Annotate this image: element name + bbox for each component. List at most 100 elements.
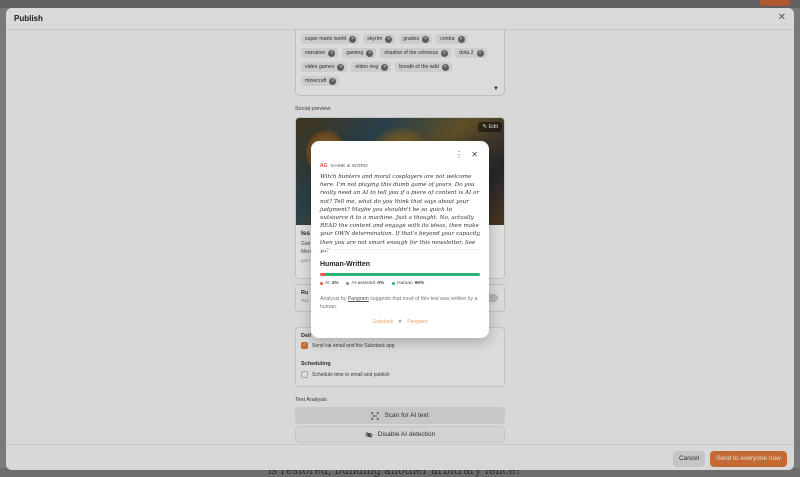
tag-chip: skyrim × [363,34,396,44]
preview-line: Gan [301,241,311,247]
tag-chip: grades × [399,34,433,44]
remove-tag-icon[interactable]: × [422,35,430,43]
dialog-header: Publish ✕ [6,8,794,30]
close-icon[interactable]: ✕ [471,150,478,159]
tag-label: super mario world [305,36,347,42]
divider [320,249,480,250]
substack-logo: Substack [372,319,394,325]
remove-tag-icon[interactable]: × [366,49,374,57]
schedule-option-row[interactable]: Schedule time to email and publish [301,371,390,378]
dropdown-arrow-icon[interactable]: ▼ [493,86,499,92]
tag-label: video games [305,64,335,70]
tag-label: narrative [305,50,326,56]
preview-line: Men [301,249,311,255]
analyzed-text: Witch hunters and moral cosplayers are n… [320,174,481,254]
dialog-footer: Cancel Send to everyone now [6,444,794,470]
analysis-note: Analysis by Pangram suggests that most o… [320,295,480,311]
legend-human-value: 96% [414,281,425,286]
legend-dot-ai [320,282,323,285]
email-option-row[interactable]: ✓ Send via email and the Substack app [301,342,395,349]
more-options-icon[interactable]: ⋮ [455,150,463,159]
tags-input[interactable]: super mario world × skyrim × grades × contra × n… [295,30,505,96]
legend-assisted: AI-assisted 0% [346,281,384,286]
bar-segment-human [326,273,480,276]
pangram-link[interactable]: Pangram [348,296,369,302]
tag-label: grades [403,36,420,42]
times-icon: ✕ [398,319,403,325]
tag-chip: super mario world × [301,34,360,44]
tag-chip: gaming × [342,48,377,58]
disable-label: Disable AI detection [377,431,436,438]
classification-bar [320,273,480,276]
social-preview-label: Social preview [295,106,331,112]
classification-legend: AI 4% AI-assisted 0% Human 96% [320,281,424,286]
legend-human: Human 96% [392,281,424,286]
eye-off-icon [365,431,373,438]
preview-domain: gam [301,258,310,263]
remove-tag-icon[interactable]: × [441,63,449,71]
remove-tag-icon[interactable]: × [441,49,449,57]
remove-tag-icon[interactable]: × [329,77,337,85]
delivery-title: Deli [301,333,312,339]
tag-label: elden ring [355,64,379,70]
remove-tag-icon[interactable]: × [476,49,484,57]
legend-ai-label: AI [325,281,330,286]
tag-label: gaming [346,50,364,56]
powered-by-row: Substack ✕ Pangram [311,319,489,325]
close-icon[interactable]: ✕ [778,12,786,23]
legend-ai: AI 4% [320,281,338,286]
text-analysis-label: Text Analysis [295,397,327,403]
tag-chip: narrative × [301,48,339,58]
legend-dot-assisted [346,282,350,285]
remove-tag-icon[interactable]: × [337,63,345,71]
legend-assisted-value: 0% [377,281,385,286]
tag-label: dota 2 [459,50,474,56]
tag-label: breath of the wild [399,64,439,70]
email-checkbox[interactable]: ✓ [301,342,308,349]
remove-tag-icon[interactable]: × [381,63,389,71]
legend-dot-human [392,282,396,285]
edit-label: Edit [488,124,498,130]
pangram-logo: Pangram [407,319,428,325]
scan-ai-button[interactable]: Scan for AI text [295,407,505,424]
tags-list: super mario world × skyrim × grades × contra × n… [301,34,491,86]
remove-tag-icon[interactable]: × [385,35,393,43]
preview-title: Iss [301,230,311,237]
ai-detection-popup: ⋮ ✕ AG GAME & WORD Witch hunters and mor… [311,141,489,338]
scan-label: Scan for AI text [384,412,429,419]
scheduling-title: Scheduling [301,361,331,367]
tag-label: skyrim [367,36,383,42]
tag-label: contra [440,36,455,42]
tag-chip: breath of the wild × [395,62,452,72]
legend-human-label: Human [397,281,413,286]
publication-logo: AG [320,163,328,169]
disable-ai-detection-button[interactable]: Disable AI detection [295,426,505,443]
tag-chip: video games × [301,62,348,72]
tag-chip: shadow of the colossus × [380,48,452,58]
remove-tag-icon[interactable]: × [349,35,357,43]
tag-chip: elden ring × [351,62,392,72]
send-to-everyone-button[interactable]: Send to everyone now [710,451,787,467]
tag-label: minecraft [305,78,327,84]
tag-label: shadow of the colossus [384,50,439,56]
legend-assisted-label: AI-assisted [351,281,376,286]
verdict-title: Human-Written [320,261,371,268]
dialog-title: Publish [14,14,43,23]
tag-chip: contra × [436,34,468,44]
edit-preview-button[interactable]: ✎ Edit [478,122,502,132]
remove-tag-icon[interactable]: × [328,49,336,57]
publication-name: GAME & WORD [330,163,368,169]
background-page-top [0,0,800,8]
tag-chip: dota 2 × [455,48,487,58]
scan-icon [371,411,380,420]
email-option-label: Send via email and the Substack app [312,342,395,349]
background-accent [760,0,790,6]
publication-row: AG GAME & WORD [320,163,368,169]
run-description: Tex [301,299,309,304]
cancel-button[interactable]: Cancel [673,451,706,467]
legend-ai-value: 4% [331,281,339,286]
analysis-prefix: Analysis by [320,296,348,302]
schedule-option-label: Schedule time to email and publish [312,371,390,378]
schedule-checkbox[interactable] [301,371,308,378]
remove-tag-icon[interactable]: × [457,35,465,43]
